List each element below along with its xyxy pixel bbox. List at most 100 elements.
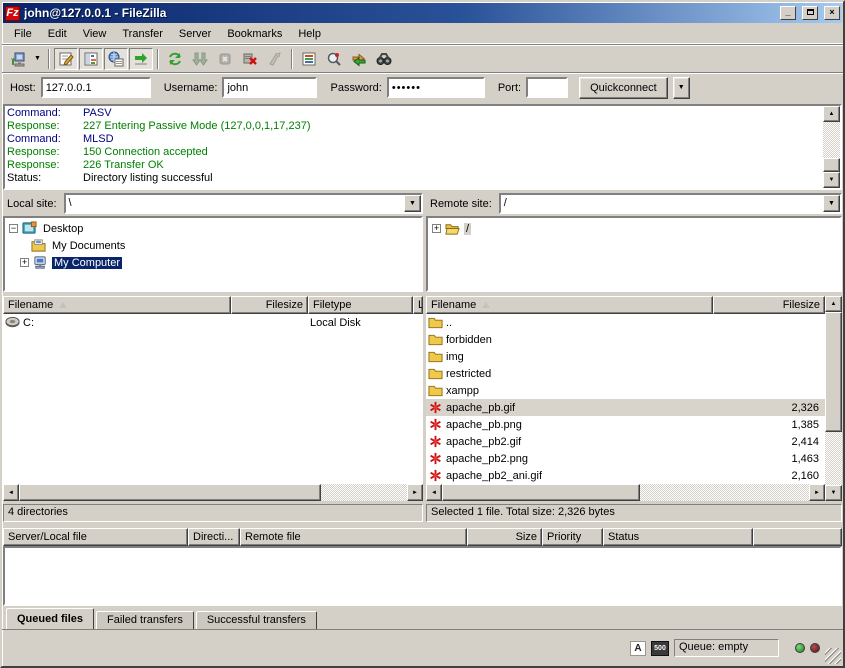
- scroll-down-icon[interactable]: ▼: [825, 485, 842, 501]
- scroll-left-icon[interactable]: ◄: [426, 484, 442, 501]
- tab-failed-transfers[interactable]: Failed transfers: [96, 611, 194, 629]
- scroll-down-icon[interactable]: ▼: [823, 172, 840, 188]
- scroll-up-icon[interactable]: ▲: [823, 106, 840, 122]
- remote-col-filename[interactable]: Filename: [426, 296, 713, 314]
- remote-site-value[interactable]: /: [501, 195, 823, 212]
- transfer-type-icon[interactable]: A: [630, 641, 646, 656]
- tree-label-root[interactable]: /: [464, 223, 471, 235]
- remote-row[interactable]: apache_pb2.png 1,463: [426, 450, 825, 467]
- tree-label-my-documents[interactable]: My Documents: [50, 240, 127, 252]
- collapse-icon[interactable]: −: [9, 224, 18, 233]
- site-manager-dropdown[interactable]: ▼: [31, 48, 44, 70]
- close-button[interactable]: ×: [824, 6, 840, 20]
- resize-grip[interactable]: [825, 648, 841, 664]
- speed-limit-icon[interactable]: 500: [651, 641, 669, 656]
- quickconnect-button[interactable]: Quickconnect: [579, 77, 668, 99]
- remote-hscrollbar[interactable]: ◄ ►: [426, 484, 825, 501]
- remote-row[interactable]: apache_pb2_ani.gif 2,160: [426, 467, 825, 484]
- scroll-left-icon[interactable]: ◄: [3, 484, 19, 501]
- cancel-operation-button[interactable]: [213, 48, 237, 70]
- disconnect-button[interactable]: [238, 48, 262, 70]
- remote-row[interactable]: forbidden: [426, 331, 825, 348]
- scroll-thumb[interactable]: [19, 484, 321, 501]
- menu-server[interactable]: Server: [171, 26, 219, 42]
- local-col-filetype[interactable]: Filetype: [308, 296, 413, 314]
- menu-transfer[interactable]: Transfer: [114, 26, 171, 42]
- title-bar[interactable]: Fz john@127.0.0.1 - FileZilla _ ×: [3, 3, 842, 23]
- toggle-local-tree-button[interactable]: [79, 48, 103, 70]
- scroll-track[interactable]: [823, 122, 840, 158]
- refresh-button[interactable]: [163, 48, 187, 70]
- port-input[interactable]: [526, 77, 568, 98]
- scroll-track[interactable]: [321, 484, 407, 501]
- process-queue-button[interactable]: [188, 48, 212, 70]
- toggle-queue-button[interactable]: [129, 48, 153, 70]
- menu-view[interactable]: View: [75, 26, 115, 42]
- host-input[interactable]: [41, 77, 151, 98]
- scroll-right-icon[interactable]: ►: [407, 484, 423, 501]
- queue-col-size[interactable]: Size: [467, 528, 542, 546]
- scroll-thumb[interactable]: [825, 312, 842, 432]
- remote-row[interactable]: xampp: [426, 382, 825, 399]
- filter-button[interactable]: [297, 48, 321, 70]
- compare-button[interactable]: [322, 48, 346, 70]
- quickconnect-dropdown[interactable]: ▼: [673, 77, 690, 99]
- expand-icon[interactable]: +: [20, 258, 29, 267]
- remote-row-selected[interactable]: apache_pb.gif 2,326: [426, 399, 825, 416]
- sync-browsing-button[interactable]: [347, 48, 371, 70]
- tree-item-root[interactable]: + /: [432, 220, 840, 237]
- chevron-down-icon[interactable]: ▼: [404, 195, 421, 212]
- queue-list[interactable]: [3, 546, 842, 606]
- local-site-combo[interactable]: \ ▼: [64, 193, 423, 214]
- scroll-thumb[interactable]: [823, 158, 840, 172]
- tree-label-my-computer[interactable]: My Computer: [52, 257, 122, 269]
- reconnect-button[interactable]: [263, 48, 287, 70]
- local-col-filesize[interactable]: Filesize: [231, 296, 308, 314]
- tab-queued-files[interactable]: Queued files: [6, 608, 94, 629]
- queue-col-remotefile[interactable]: Remote file: [240, 528, 467, 546]
- scroll-thumb[interactable]: [442, 484, 640, 501]
- scroll-up-icon[interactable]: ▲: [825, 296, 842, 312]
- remote-vscrollbar[interactable]: ▲ ▼: [825, 296, 842, 501]
- maximize-button[interactable]: [802, 6, 818, 20]
- scroll-track[interactable]: [640, 484, 809, 501]
- remote-tree: + /: [426, 216, 842, 292]
- queue-col-status[interactable]: Status: [603, 528, 753, 546]
- remote-site-combo[interactable]: / ▼: [499, 193, 842, 214]
- log-scrollbar[interactable]: ▲ ▼: [823, 106, 840, 188]
- remote-col-filesize[interactable]: Filesize: [713, 296, 825, 314]
- local-col-lastmodified[interactable]: L: [413, 296, 423, 314]
- password-input[interactable]: [387, 77, 485, 98]
- menu-file[interactable]: File: [6, 26, 40, 42]
- local-site-value[interactable]: \: [66, 195, 404, 212]
- scroll-right-icon[interactable]: ►: [809, 484, 825, 501]
- tree-label-desktop[interactable]: Desktop: [41, 223, 85, 235]
- scroll-track[interactable]: [825, 432, 842, 485]
- queue-col-serverlocal[interactable]: Server/Local file: [3, 528, 188, 546]
- toggle-remote-tree-button[interactable]: [104, 48, 128, 70]
- local-hscrollbar[interactable]: ◄ ►: [3, 484, 423, 501]
- queue-col-priority[interactable]: Priority: [542, 528, 603, 546]
- tree-item-my-computer[interactable]: + My Computer: [20, 254, 421, 271]
- menu-bookmarks[interactable]: Bookmarks: [219, 26, 290, 42]
- remote-row[interactable]: ..: [426, 314, 825, 331]
- expand-icon[interactable]: +: [432, 224, 441, 233]
- minimize-button[interactable]: _: [780, 6, 796, 20]
- chevron-down-icon[interactable]: ▼: [823, 195, 840, 212]
- remote-row[interactable]: apache_pb.png 1,385: [426, 416, 825, 433]
- toggle-log-button[interactable]: [54, 48, 78, 70]
- tree-item-desktop[interactable]: − Desktop: [9, 220, 421, 237]
- local-row-c-drive[interactable]: C: Local Disk: [3, 314, 423, 331]
- tree-item-my-documents[interactable]: My Documents: [31, 237, 421, 254]
- site-manager-button[interactable]: [6, 48, 30, 70]
- menu-help[interactable]: Help: [290, 26, 329, 42]
- menu-edit[interactable]: Edit: [40, 26, 75, 42]
- local-col-filename[interactable]: Filename: [3, 296, 231, 314]
- remote-row[interactable]: img: [426, 348, 825, 365]
- remote-row[interactable]: apache_pb2.gif 2,414: [426, 433, 825, 450]
- queue-col-direction[interactable]: Directi...: [188, 528, 240, 546]
- remote-row[interactable]: restricted: [426, 365, 825, 382]
- tab-successful-transfers[interactable]: Successful transfers: [196, 611, 317, 629]
- find-files-button[interactable]: [372, 48, 396, 70]
- username-input[interactable]: [222, 77, 317, 98]
